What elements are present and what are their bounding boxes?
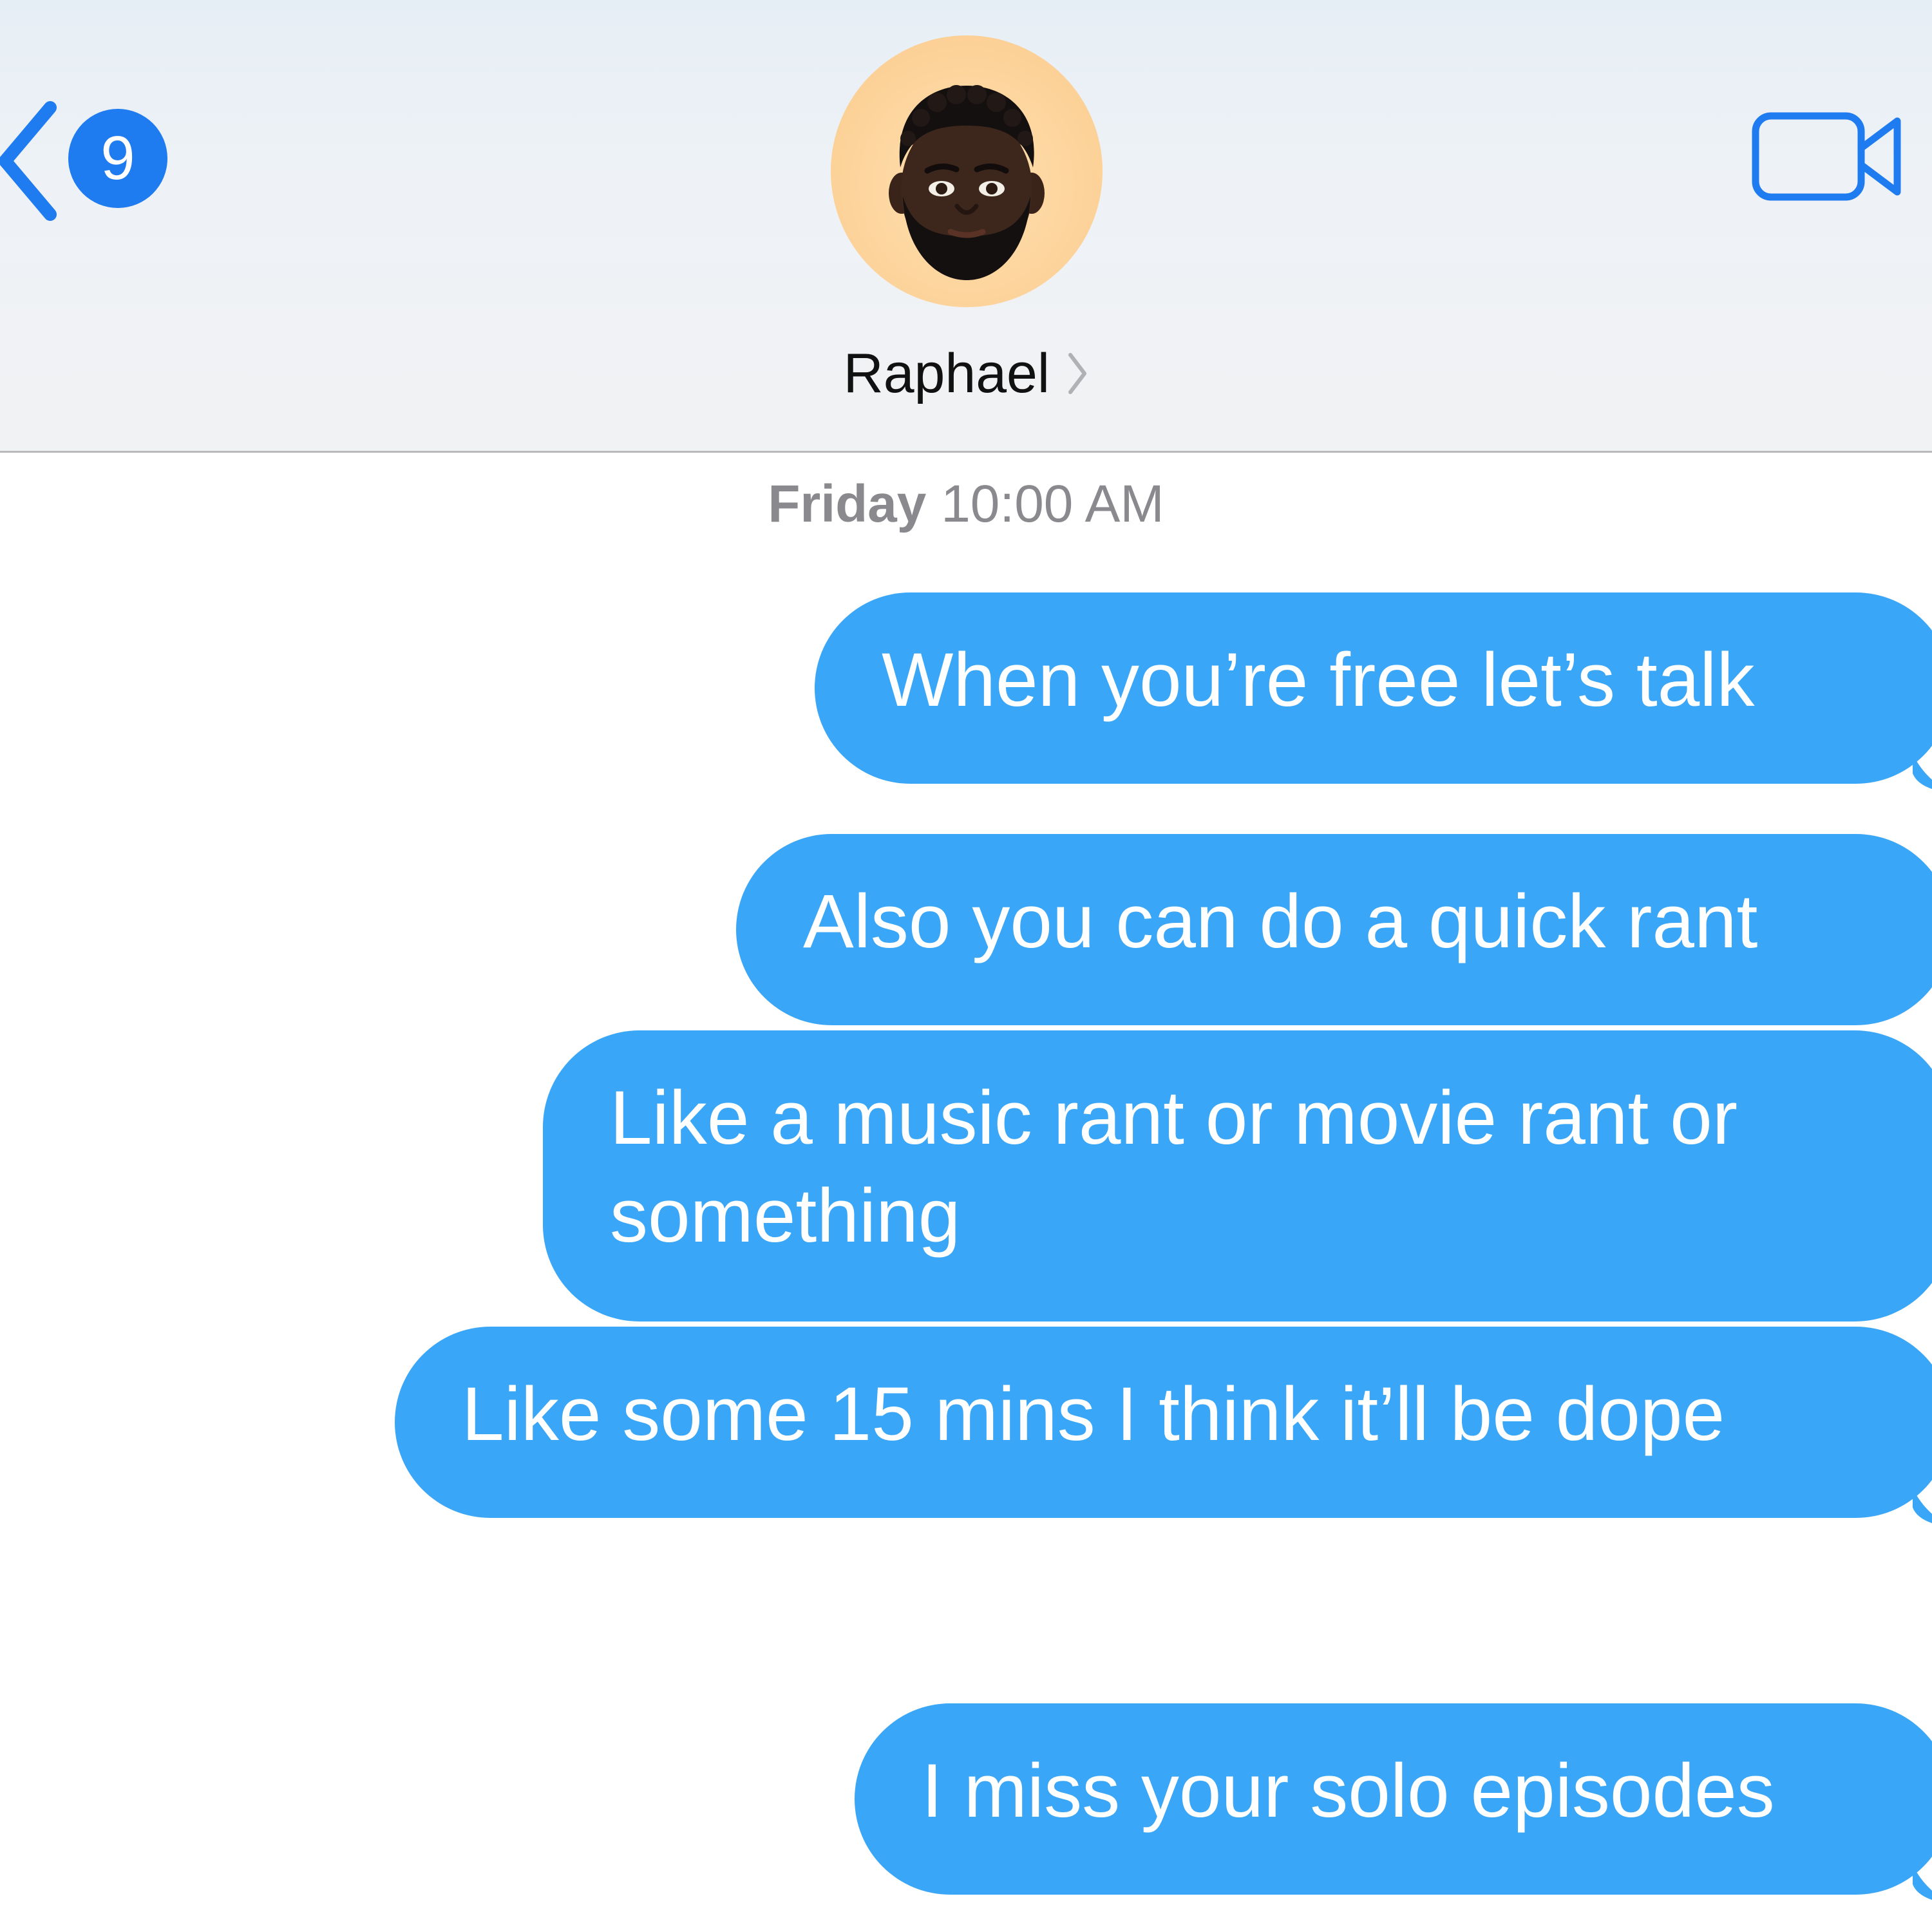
message-text: Also you can do a quick rant (803, 879, 1758, 964)
message-bubble-sent[interactable]: When you’re free let’s talk (815, 592, 1932, 790)
message-bubble-sent[interactable]: Also you can do a quick rant (736, 834, 1932, 1025)
message-text: When you’re free let’s talk (882, 638, 1755, 723)
timestamp-time: 10:00 AM (941, 475, 1164, 533)
imessage-conversation-screen: 9 Raphael Friday 10:00 AM When you’re fr… (0, 0, 1932, 1932)
contact-name: Raphael (843, 343, 1050, 404)
message-bubble-sent[interactable]: Like a music rant or movie rant or somet… (543, 1030, 1932, 1321)
message-text: I miss your solo episodes (922, 1748, 1775, 1833)
message-text: Like some 15 mins I think it’ll be dope (462, 1372, 1725, 1457)
message-timestamp: Friday 10:00 AM (0, 469, 1932, 540)
facetime-video-button[interactable] (1752, 103, 1906, 213)
contact-avatar[interactable] (831, 35, 1103, 307)
chevron-left-icon (0, 101, 57, 221)
bubble-tail (1913, 754, 1932, 790)
conversation-header: 9 Raphael (0, 0, 1932, 453)
message-bubble-sent[interactable]: Like some 15 mins I think it’ll be dope (395, 1327, 1932, 1524)
video-camera-icon (1752, 112, 1901, 201)
message-text: Like a music rant or movie rant or somet… (610, 1075, 1738, 1258)
memoji-avatar-icon (889, 85, 1045, 280)
unread-count-badge: 9 (68, 109, 167, 208)
bubble-tail (1913, 1865, 1932, 1900)
bubble-tail (1913, 1488, 1932, 1524)
contact-name-button[interactable]: Raphael (0, 335, 1932, 412)
chevron-right-icon (1068, 353, 1087, 394)
back-button[interactable]: 9 (0, 100, 174, 222)
message-bubble-sent[interactable]: I miss your solo episodes (855, 1703, 1932, 1900)
timestamp-day: Friday (768, 475, 927, 533)
